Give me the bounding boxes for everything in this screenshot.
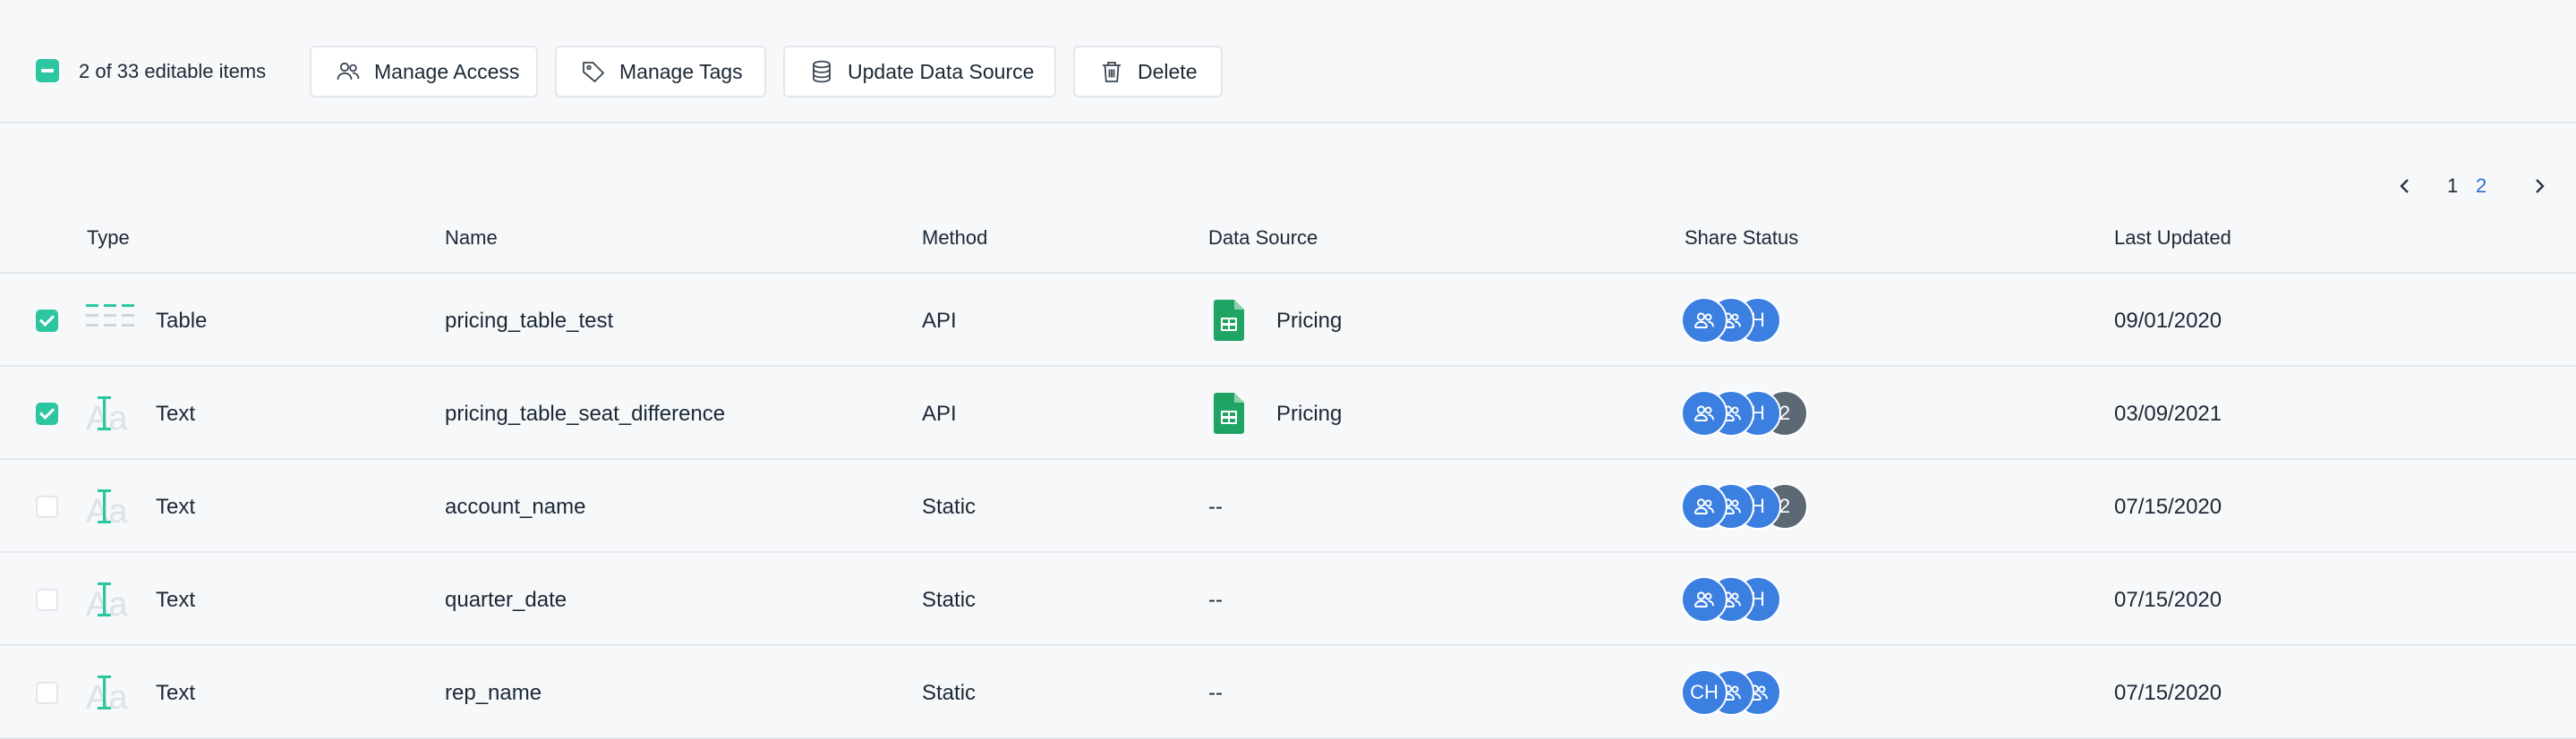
last-updated-date: 07/15/2020 [2114,495,2222,519]
tag-icon [580,58,607,85]
manage-tags-label: Manage Tags [619,59,743,83]
group-avatar-icon [1681,390,1727,437]
database-icon [808,58,835,85]
previous-page-icon[interactable] [2392,170,2418,202]
manage-access-label: Manage Access [374,59,520,83]
type-label: Text [156,681,196,705]
select-all-checkbox[interactable] [36,59,59,82]
user-avatar: CH [1681,669,1727,716]
method-label: API [922,402,957,426]
method-label: Static [922,495,977,519]
data-source-label: Pricing [1276,309,1343,333]
method-label: API [922,309,957,333]
update-data-source-label: Update Data Source [848,59,1035,83]
column-header-type[interactable]: Type [87,225,130,251]
trash-icon [1098,58,1125,85]
item-name: pricing_table_seat_difference [445,402,726,426]
google-sheets-icon [1214,393,1244,434]
manage-access-button[interactable]: Manage Access [310,46,538,98]
type-label: Text [156,495,196,519]
table-icon [86,301,138,340]
column-header-method[interactable]: Method [922,225,987,251]
last-updated-date: 03/09/2021 [2114,402,2222,426]
group-avatar-icon [1681,576,1727,623]
page-2-link[interactable]: 2 [2476,170,2486,202]
text-icon: Aa [86,394,138,437]
item-name: pricing_table_test [445,309,614,333]
method-label: Static [922,588,977,612]
table-row[interactable]: Aa Text rep_name Static -- CH 07/15/2020 [0,646,2576,739]
data-source-label: -- [1208,588,1223,612]
data-source-label: -- [1208,681,1223,705]
type-label: Text [156,402,196,426]
row-checkbox[interactable] [36,682,58,704]
data-source-label: Pricing [1276,402,1343,426]
item-name: rep_name [445,681,542,705]
google-sheets-icon [1214,300,1244,341]
item-name: account_name [445,495,586,519]
data-source-label: -- [1208,495,1223,519]
text-icon: Aa [86,673,138,717]
last-updated-date: 07/15/2020 [2114,588,2222,612]
table-row[interactable]: Table pricing_table_test API Pricing H 09/01/… [0,274,2576,367]
table-row[interactable]: Aa Text quarter_date Static -- H 07/15/2020 [0,553,2576,646]
delete-button[interactable]: Delete [1073,46,1223,98]
last-updated-date: 07/15/2020 [2114,681,2222,705]
row-checkbox[interactable] [36,496,58,518]
next-page-icon[interactable] [2526,170,2553,202]
delete-label: Delete [1138,59,1198,83]
method-label: Static [922,681,977,705]
table-row[interactable]: Aa Text pricing_table_seat_difference API Pr… [0,367,2576,460]
manage-tags-button[interactable]: Manage Tags [555,46,766,98]
page-1-link[interactable]: 1 [2447,170,2458,202]
last-updated-date: 09/01/2020 [2114,309,2222,333]
column-header-name[interactable]: Name [445,225,498,251]
text-icon: Aa [86,487,138,531]
type-label: Table [156,309,208,333]
update-data-source-button[interactable]: Update Data Source [783,46,1056,98]
selection-count: 2 of 33 editable items [79,60,267,82]
row-checkbox[interactable] [36,310,58,332]
column-header-data-source[interactable]: Data Source [1208,225,1318,251]
group-avatar-icon [1681,297,1727,344]
row-checkbox[interactable] [36,403,58,425]
bulk-action-toolbar: 2 of 33 editable items Manage Access Man… [0,0,2576,123]
column-header-share-status[interactable]: Share Status [1685,225,1798,251]
column-header-last-updated[interactable]: Last Updated [2114,225,2231,251]
group-avatar-icon [1681,483,1727,530]
item-name: quarter_date [445,588,567,612]
type-label: Text [156,588,196,612]
text-icon: Aa [86,580,138,624]
row-checkbox[interactable] [36,589,58,611]
users-icon [335,58,362,85]
table-row[interactable]: Aa Text account_name Static -- H 2 07/15/2020 [0,460,2576,553]
